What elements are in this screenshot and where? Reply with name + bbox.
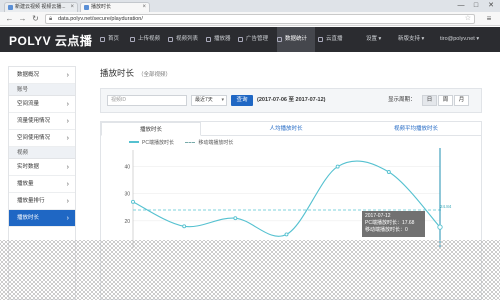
- tooltip-date: 2017-07-12: [365, 213, 391, 219]
- data-point: [182, 224, 187, 229]
- y-tick-label: 40: [124, 165, 130, 171]
- chart-tooltip: 2017-07-12 PC端播放时长：17.68 移动端播放时长：0: [362, 211, 425, 237]
- data-point: [131, 199, 135, 204]
- y-tick-label: 20: [124, 219, 130, 225]
- tooltip-pc: PC端播放时长：17.68: [365, 220, 415, 226]
- y-tick-label: 30: [124, 192, 130, 198]
- data-point: [233, 216, 238, 221]
- average-value-label: 24.84: [440, 204, 452, 209]
- data-point: [437, 224, 443, 230]
- data-point: [335, 164, 340, 169]
- tooltip-mobile: 移动端播放时长：0: [365, 227, 408, 233]
- line-chart: 40 30 20: [124, 148, 443, 248]
- data-point: [386, 170, 391, 174]
- data-point: [284, 232, 289, 237]
